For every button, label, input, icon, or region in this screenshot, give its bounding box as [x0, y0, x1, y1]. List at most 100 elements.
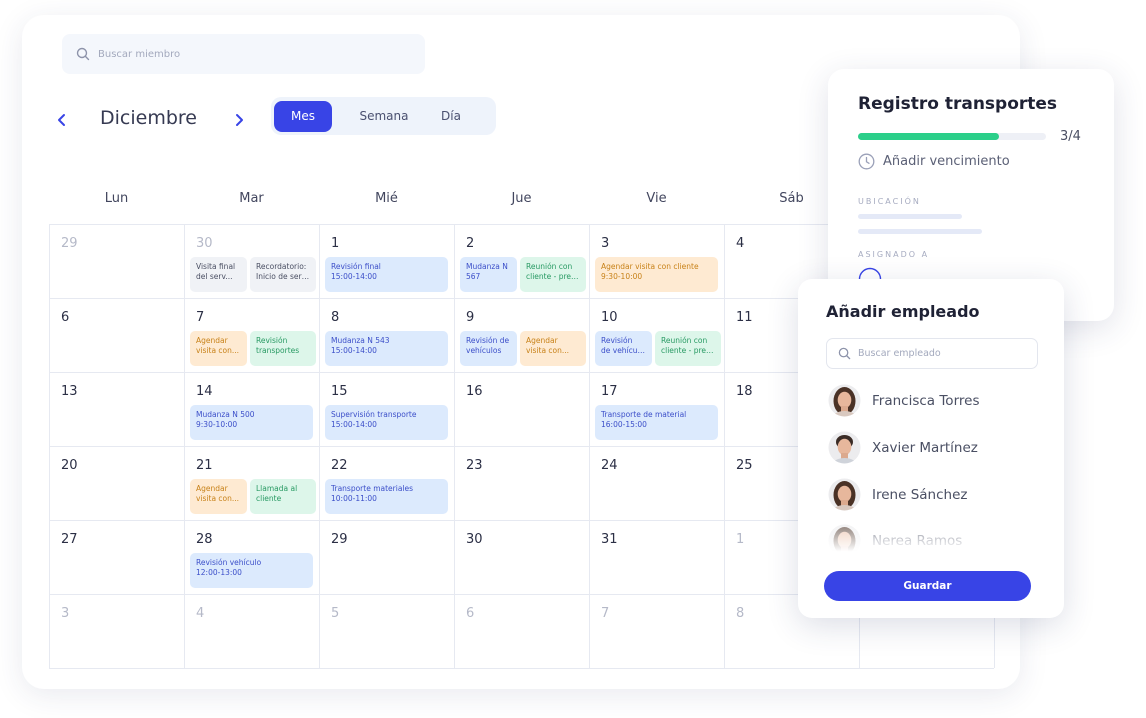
calendar-event[interactable]: Revisión de vehículos [460, 331, 517, 366]
day-number[interactable]: 11 [736, 310, 753, 325]
day-number[interactable]: 29 [61, 236, 78, 251]
day-number[interactable]: 1 [736, 532, 744, 547]
progress-fill [858, 133, 999, 140]
day-number[interactable]: 31 [601, 532, 618, 547]
list-fade [798, 509, 1064, 559]
calendar-event[interactable]: Reunión con cliente - pres... [520, 257, 586, 292]
day-number[interactable]: 4 [196, 606, 204, 621]
calendar-event[interactable]: Mudanza N 500 9:30-10:00 [190, 405, 313, 440]
calendar-event[interactable]: Agendar visita con cliente 9:30-10:00 [595, 257, 718, 292]
grid-divider [319, 224, 320, 668]
weekday-header: Mar [239, 191, 264, 206]
grid-divider [589, 224, 590, 668]
day-number[interactable]: 9 [466, 310, 474, 325]
day-number[interactable]: 24 [601, 458, 618, 473]
day-number[interactable]: 8 [331, 310, 339, 325]
calendar-event[interactable]: Agendar visita con... [520, 331, 586, 366]
employee-search[interactable]: Buscar empleado [826, 338, 1038, 369]
event-text: 15:00-14:00 [331, 272, 377, 281]
calendar-event[interactable]: Transporte de material 16:00-15:00 [595, 405, 718, 440]
day-number[interactable]: 13 [61, 384, 78, 399]
calendar-event[interactable]: Recordatorio: Inicio de serv... [250, 257, 316, 292]
event-text: 567 [466, 272, 481, 281]
day-number[interactable]: 8 [736, 606, 744, 621]
save-button[interactable]: Guardar [824, 571, 1031, 601]
day-number[interactable]: 30 [466, 532, 483, 547]
tab-week[interactable]: Semana [349, 101, 419, 132]
add-due-date-label: Añadir vencimiento [883, 154, 1010, 169]
calendar-event[interactable]: Visita final del serv... [190, 257, 247, 292]
day-number[interactable]: 10 [601, 310, 618, 325]
calendar-event[interactable]: Supervisión transporte 15:00-14:00 [325, 405, 448, 440]
employee-item[interactable]: Irene Sánchez [828, 478, 967, 511]
search-icon [838, 347, 851, 360]
day-number[interactable]: 18 [736, 384, 753, 399]
day-number[interactable]: 17 [601, 384, 618, 399]
calendar-event[interactable]: Revisión vehículo 12:00-13:00 [190, 553, 313, 588]
weekday-header: Mié [375, 191, 398, 206]
calendar-event[interactable]: Revisión de vehícul... [595, 331, 652, 366]
grid-divider [49, 224, 50, 668]
day-number[interactable]: 14 [196, 384, 213, 399]
day-number[interactable]: 16 [466, 384, 483, 399]
calendar-event[interactable]: Revisión final 15:00-14:00 [325, 257, 448, 292]
employee-name: Francisca Torres [872, 392, 980, 409]
event-text: Agendar [196, 484, 228, 493]
day-number[interactable]: 6 [466, 606, 474, 621]
calendar-event[interactable]: Agendar visita con... [190, 331, 247, 366]
calendar-event[interactable]: Revisión transportes [250, 331, 316, 366]
employee-item[interactable]: Xavier Martínez [828, 431, 978, 464]
day-number[interactable]: 28 [196, 532, 213, 547]
tab-day[interactable]: Día [429, 101, 473, 132]
day-number[interactable]: 1 [331, 236, 339, 251]
event-text: Llamada al [256, 484, 298, 493]
employee-search-input[interactable]: Buscar empleado [858, 348, 941, 359]
day-number[interactable]: 30 [196, 236, 213, 251]
event-text: Agendar [196, 336, 228, 345]
calendar-event[interactable]: Mudanza N 567 [460, 257, 517, 292]
tab-month[interactable]: Mes [274, 101, 332, 132]
day-number[interactable]: 5 [331, 606, 339, 621]
event-text: visita con... [526, 346, 570, 355]
add-due-date-button[interactable]: Añadir vencimiento [858, 153, 1010, 170]
event-text: Supervisión transporte [331, 410, 417, 419]
grid-divider [184, 224, 185, 668]
calendar-event[interactable]: Transporte materiales 10:00-11:00 [325, 479, 448, 514]
day-number[interactable]: 22 [331, 458, 348, 473]
month-title: Diciembre [100, 107, 197, 129]
member-search-input[interactable]: Buscar miembro [98, 49, 180, 60]
day-number[interactable]: 6 [61, 310, 69, 325]
event-text: de vehícul... [601, 346, 646, 355]
day-number[interactable]: 29 [331, 532, 348, 547]
event-text: cliente - pres... [526, 272, 580, 281]
calendar-event[interactable]: Llamada al cliente [250, 479, 316, 514]
employee-name: Irene Sánchez [872, 486, 968, 503]
avatar-icon [828, 384, 861, 417]
member-search[interactable]: Buscar miembro [62, 34, 425, 74]
day-number[interactable]: 3 [601, 236, 609, 251]
day-number[interactable]: 2 [466, 236, 474, 251]
day-number[interactable]: 21 [196, 458, 213, 473]
grid-divider [49, 668, 994, 669]
day-number[interactable]: 7 [196, 310, 204, 325]
calendar-event[interactable]: Reunión con cliente - pres... [655, 331, 721, 366]
day-number[interactable]: 3 [61, 606, 69, 621]
chevron-left-icon[interactable] [52, 109, 72, 131]
day-number[interactable]: 7 [601, 606, 609, 621]
day-number[interactable]: 23 [466, 458, 483, 473]
employee-item[interactable]: Francisca Torres [828, 384, 979, 417]
event-text: Transporte materiales [331, 484, 414, 493]
event-text: Visita final [196, 262, 236, 271]
avatar-icon [828, 431, 861, 464]
day-number[interactable]: 15 [331, 384, 348, 399]
day-number[interactable]: 27 [61, 532, 78, 547]
calendar-event[interactable]: Mudanza N 543 15:00-14:00 [325, 331, 448, 366]
chevron-right-icon[interactable] [229, 109, 249, 131]
calendar-event[interactable]: Agendar visita con... [190, 479, 247, 514]
event-text: Mudanza N [466, 262, 508, 271]
day-number[interactable]: 20 [61, 458, 78, 473]
event-text: vehículos [466, 346, 502, 355]
employee-name: Xavier Martínez [872, 439, 978, 456]
day-number[interactable]: 4 [736, 236, 744, 251]
day-number[interactable]: 25 [736, 458, 753, 473]
